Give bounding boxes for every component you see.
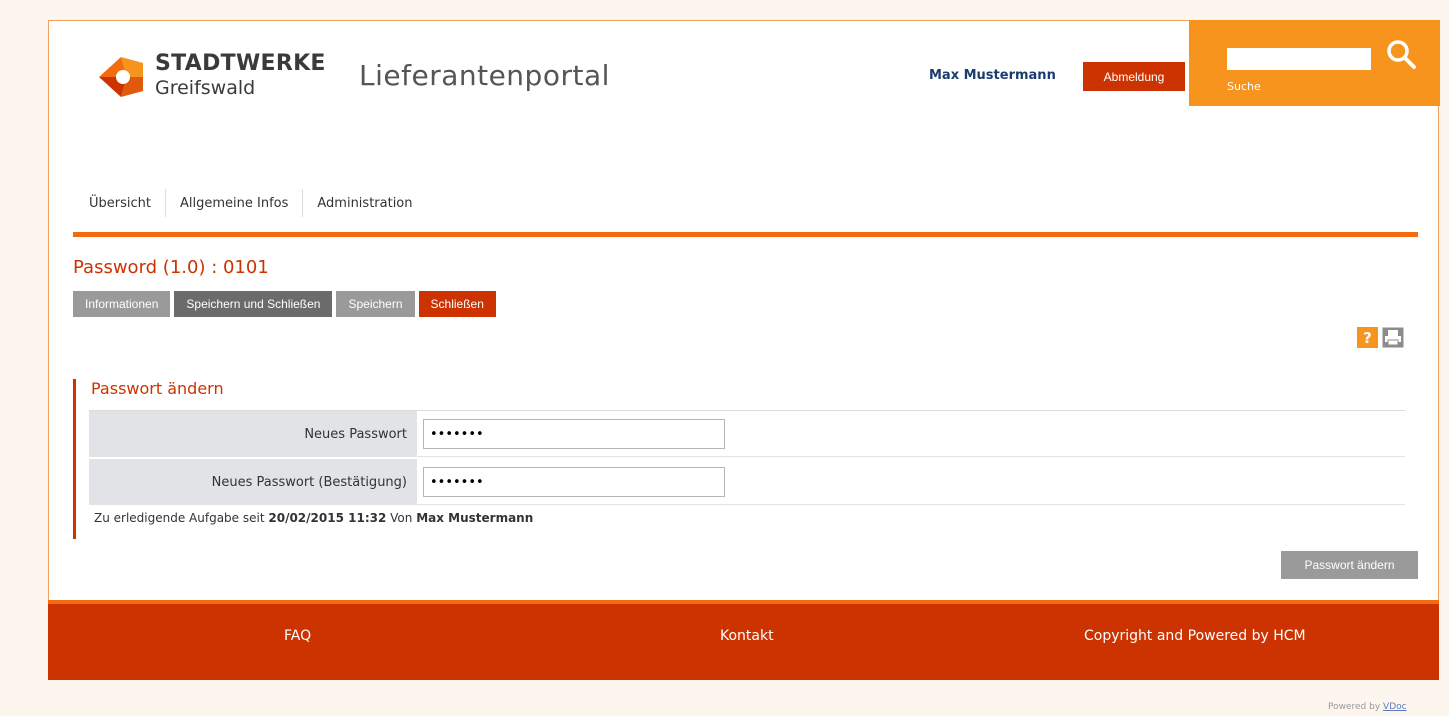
section-marker [73,379,76,539]
brand-line-city: Greifswald [155,77,256,99]
footer-link-contact[interactable]: Kontakt [720,628,774,644]
task-by: Von [390,511,413,525]
new-password-label: Neues Passwort [89,411,417,457]
new-password-field[interactable] [423,419,725,449]
brand-name: STADTWERKE Greifswald [155,51,326,99]
current-user-name[interactable]: Max Mustermann [929,68,1056,83]
document-title: Password (1.0) : 0101 [73,257,269,278]
nav-item-administration[interactable]: Administration [302,189,426,217]
task-info: Zu erledigende Aufgabe seit 20/02/2015 1… [94,511,533,525]
task-date: 20/02/2015 11:32 [268,511,387,525]
help-icon[interactable]: ? [1357,327,1378,348]
powered-by-vendor-link[interactable]: VDoc [1383,702,1407,712]
task-prefix: Zu erledigende Aufgabe seit [94,511,265,525]
powered-by: Powered by VDoc [1328,702,1407,712]
brand-line-stadtwerke: STADTWERKE [155,51,326,76]
footer-copyright: Copyright and Powered by HCM [1084,628,1306,644]
portal-title: Lieferantenportal [359,59,610,92]
footer-link-faq[interactable]: FAQ [284,628,311,644]
powered-by-prefix: Powered by [1328,702,1381,712]
search-label: Suche [1227,80,1261,93]
print-icon[interactable] [1382,327,1404,348]
confirm-password-label: Neues Passwort (Bestätigung) [89,459,417,505]
logout-button[interactable]: Abmeldung [1083,62,1185,91]
task-user: Max Mustermann [416,511,534,525]
information-button[interactable]: Informationen [73,291,171,317]
nav-divider [73,232,1418,237]
save-button[interactable]: Speichern [336,291,415,317]
document-toolbar: Informationen Speichern und Schließen Sp… [73,291,496,317]
form-row-new-password: Neues Passwort [89,411,1405,457]
form-row-confirm-password: Neues Passwort (Bestätigung) [89,459,1405,505]
search-icon[interactable] [1385,38,1417,70]
nav-item-general-info[interactable]: Allgemeine Infos [164,189,302,217]
change-password-button[interactable]: Passwort ändern [1281,551,1418,579]
nav-item-overview[interactable]: Übersicht [75,189,165,217]
portal-page: STADTWERKE Greifswald Lieferantenportal … [48,20,1440,680]
section-title: Passwort ändern [91,379,224,398]
search-input[interactable] [1227,48,1371,70]
stadtwerke-logo [99,57,143,97]
footer: FAQ Kontakt Copyright and Powered by HCM [48,600,1439,680]
main-nav: Übersicht Allgemeine Infos Administratio… [75,189,427,217]
close-button[interactable]: Schließen [418,291,496,317]
save-and-close-button[interactable]: Speichern und Schließen [174,291,333,317]
confirm-password-field[interactable] [423,467,725,497]
search-panel: Suche [1189,20,1440,106]
